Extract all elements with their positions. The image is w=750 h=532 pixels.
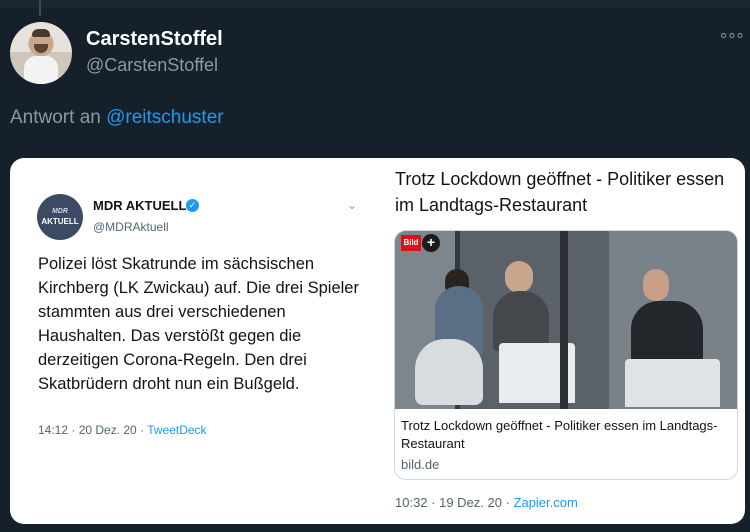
verified-badge-icon: ✓ [186, 199, 199, 212]
article-photo: Bild + [395, 231, 737, 409]
embedded-timestamp: 14:12 · 20 Dez. 20 · TweetDeck [38, 423, 207, 437]
link-preview-title: Trotz Lockdown geöffnet - Politiker esse… [401, 418, 718, 451]
embedded-tweet-text: Polizei löst Skatrunde im sächsischen Ki… [38, 255, 359, 393]
article-time: 10:32 · 19 Dez. 20 · [395, 495, 514, 510]
embedded-time: 14:12 · 20 Dez. 20 · [38, 423, 148, 437]
reply-mention-link[interactable]: @reitschuster [106, 107, 224, 128]
link-preview-domain: bild.de [401, 457, 440, 472]
article-source-link[interactable]: Zapier.com [514, 495, 578, 510]
link-preview-card[interactable]: Bild + Trotz Lockdown geöffnet - Politik… [394, 230, 738, 480]
bild-plus-icon: + [422, 234, 440, 252]
embedded-display-name[interactable]: MDR AKTUELL [93, 198, 186, 213]
reply-prefix: Antwort an [10, 107, 107, 128]
chevron-down-icon[interactable]: ⌄ [347, 198, 357, 212]
display-name[interactable]: CarstenStoffel [86, 28, 223, 51]
avatar[interactable] [10, 22, 72, 84]
reply-to-line: Antwort an @reitschuster [10, 107, 224, 129]
mdr-avatar-label: AKTUELL [41, 217, 79, 226]
more-options-icon[interactable]: °°° [720, 30, 745, 51]
embedded-source-link[interactable]: TweetDeck [147, 423, 206, 437]
bild-logo-icon: Bild [401, 235, 421, 251]
mdr-avatar[interactable]: MDR AKTUELL [37, 194, 83, 240]
embedded-handle[interactable]: @MDRAktuell [93, 220, 169, 234]
article-timestamp: 10:32 · 19 Dez. 20 · Zapier.com [395, 495, 578, 510]
article-headline: Trotz Lockdown geöffnet - Politiker esse… [395, 169, 725, 215]
top-bar [0, 0, 750, 8]
thread-line [39, 0, 41, 16]
quoted-screenshot-card: MDR AKTUELL MDR AKTUELL ✓ @MDRAktuell ⌄ … [10, 158, 745, 524]
mdr-logo-text: MDR [52, 208, 68, 215]
user-handle[interactable]: @CarstenStoffel [86, 55, 218, 76]
